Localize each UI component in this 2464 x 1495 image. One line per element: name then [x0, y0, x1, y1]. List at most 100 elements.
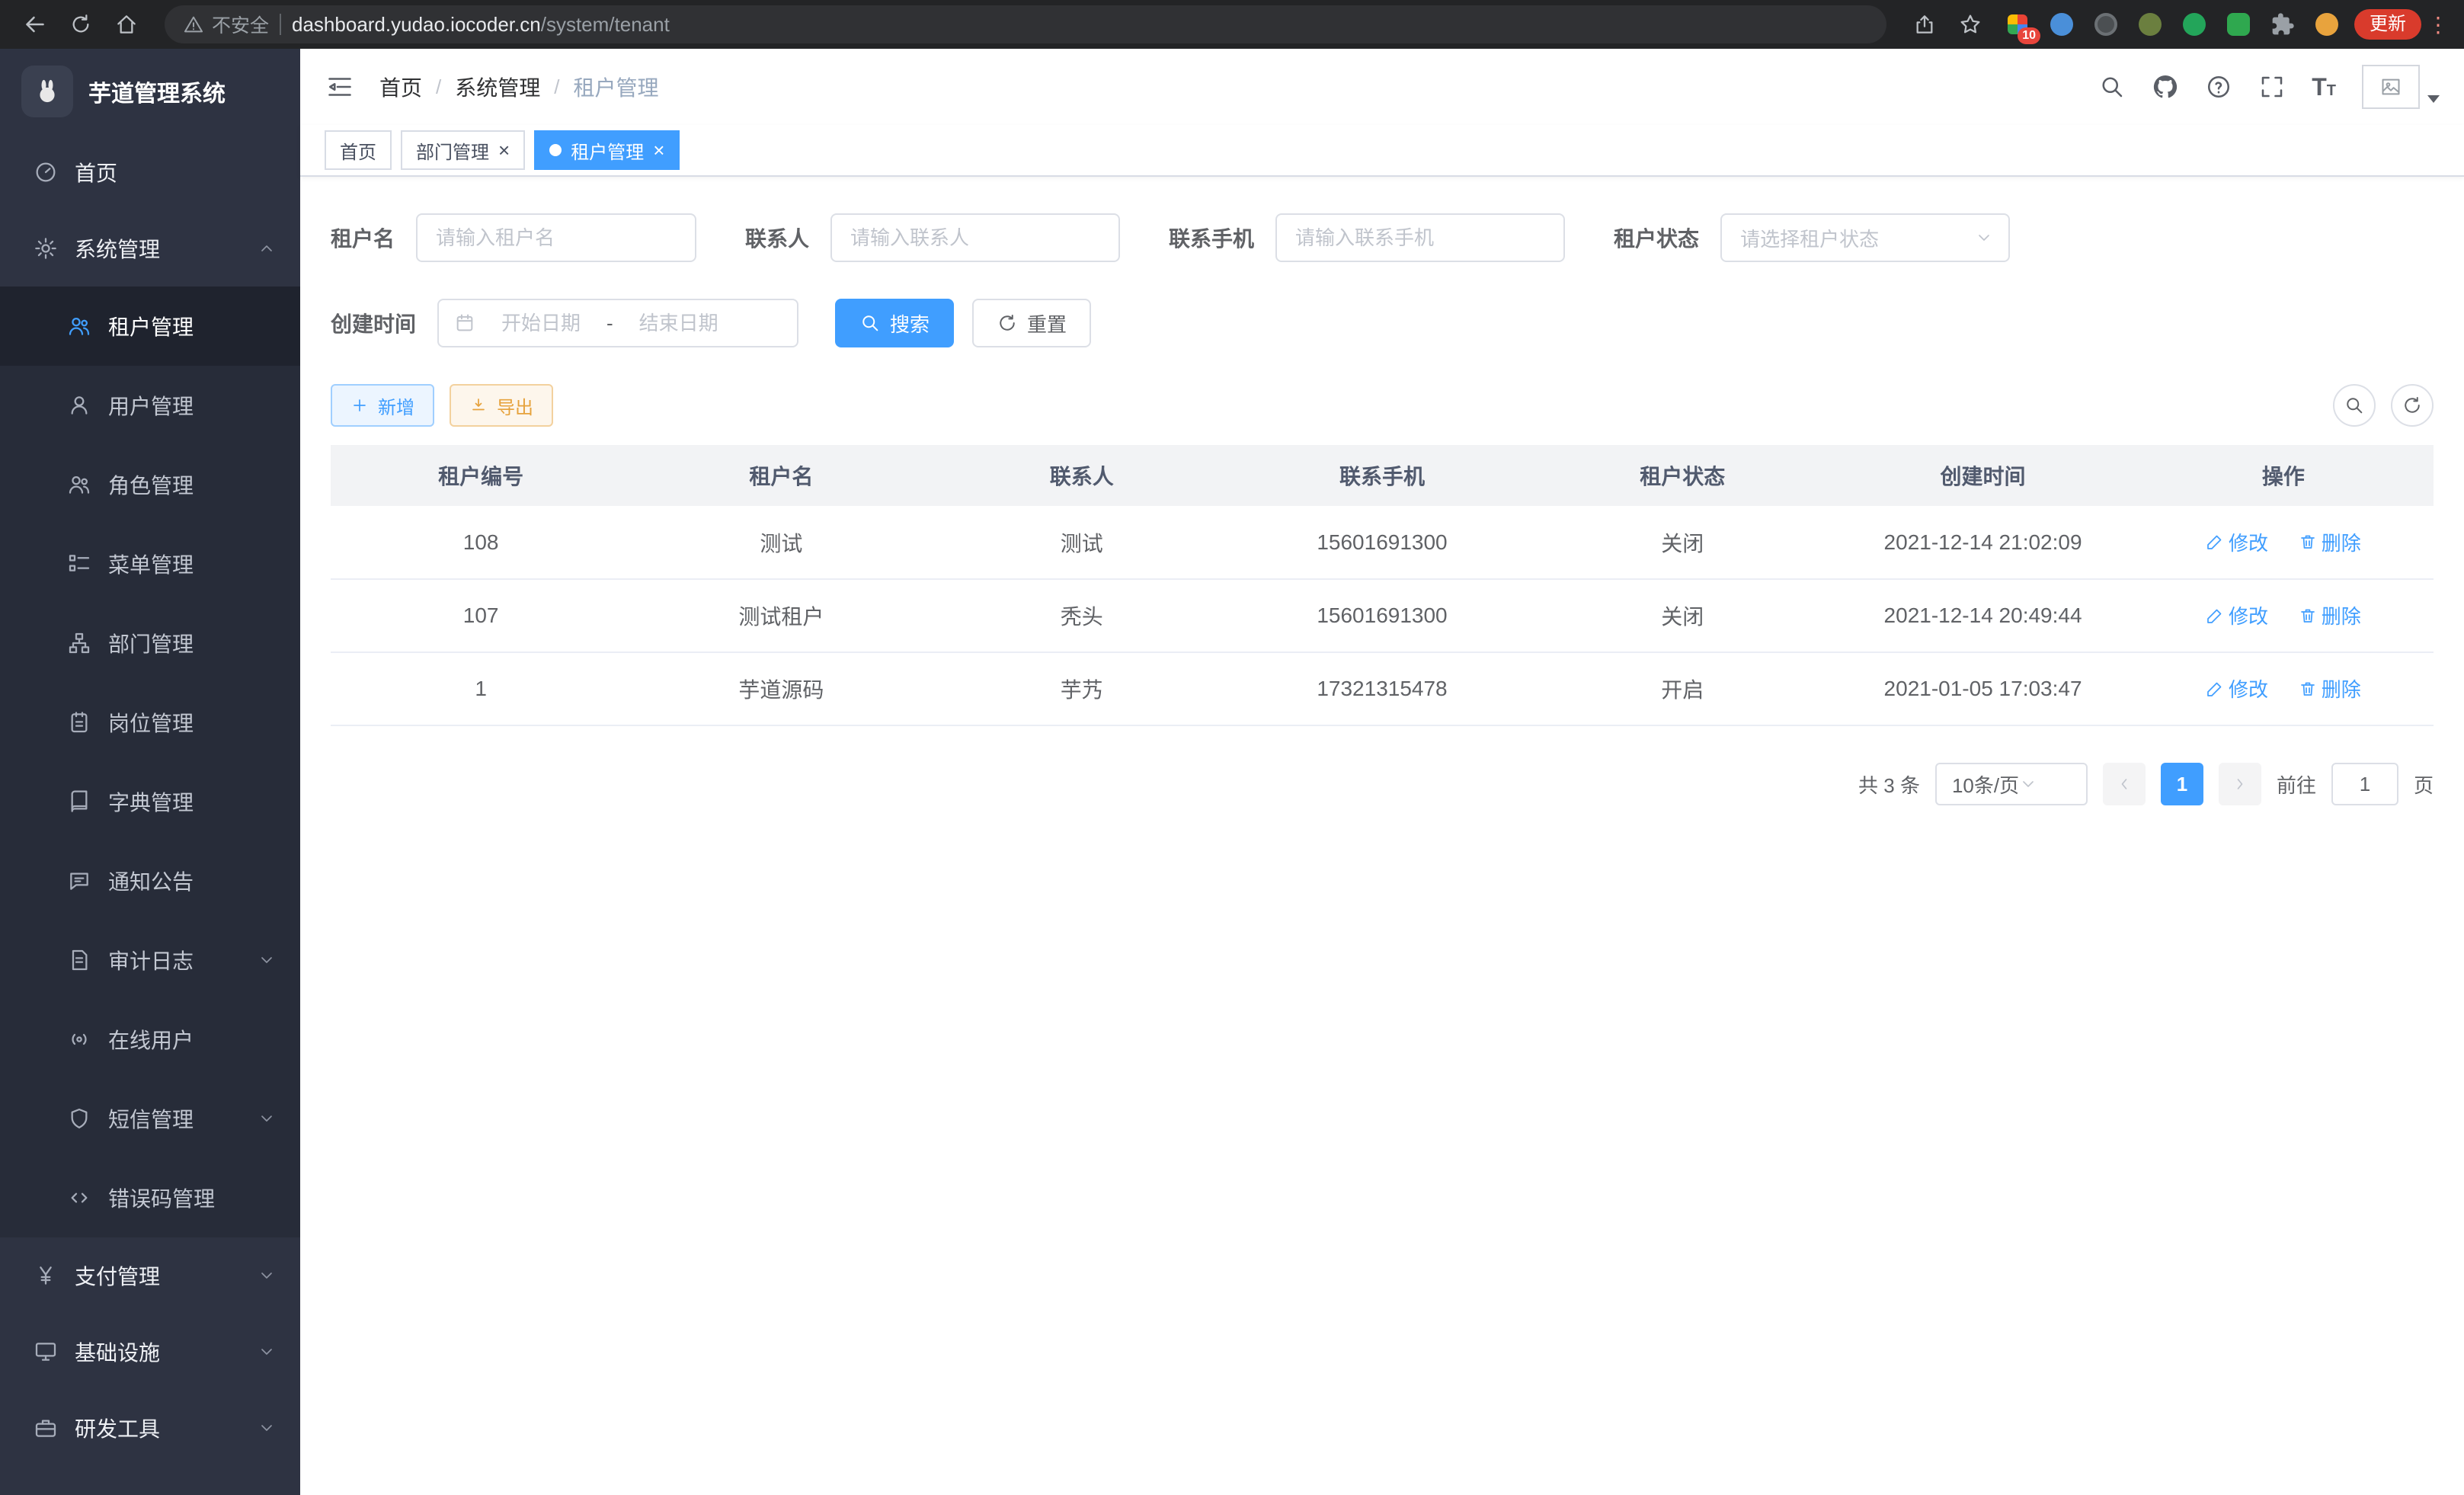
- status-text: 开启: [1532, 652, 1832, 725]
- goto-page-input[interactable]: [2331, 763, 2398, 805]
- delete-link[interactable]: 删除: [2299, 601, 2361, 629]
- sidebar-item-devtools[interactable]: 研发工具: [0, 1390, 300, 1466]
- tab-tenant[interactable]: 租户管理 ×: [534, 130, 680, 170]
- edit-link[interactable]: 修改: [2206, 601, 2268, 629]
- sidebar-item-errcode[interactable]: 错误码管理: [0, 1158, 300, 1237]
- next-page-button[interactable]: [2219, 763, 2261, 805]
- browser-profile-avatar[interactable]: [2312, 9, 2342, 40]
- security-indicator[interactable]: 不安全: [183, 11, 269, 38]
- sidebar-item-infra[interactable]: 基础设施: [0, 1314, 300, 1390]
- message-icon: [67, 869, 91, 893]
- prev-page-button[interactable]: [2103, 763, 2146, 805]
- share-button[interactable]: [1905, 5, 1944, 44]
- plus-icon: [350, 396, 369, 415]
- browser-menu-icon[interactable]: ⋮: [2427, 12, 2449, 37]
- tab-dept[interactable]: 部门管理 ×: [401, 130, 525, 170]
- delete-link[interactable]: 删除: [2299, 674, 2361, 703]
- fullscreen-button[interactable]: [2258, 73, 2286, 101]
- extensions-puzzle-button[interactable]: [2267, 9, 2298, 40]
- github-link[interactable]: [2152, 73, 2179, 101]
- toggle-search-button[interactable]: [2333, 384, 2376, 427]
- sidebar-item-home[interactable]: 首页: [0, 134, 300, 210]
- contact-input[interactable]: [830, 213, 1120, 262]
- close-icon[interactable]: ×: [653, 140, 664, 160]
- logo[interactable]: 芋道管理系统: [0, 49, 300, 134]
- sidebar-item-user[interactable]: 用户管理: [0, 366, 300, 445]
- tags-view-bar: 首页 部门管理 × 租户管理 ×: [300, 125, 2464, 177]
- badge-icon: [67, 710, 91, 735]
- sidebar-item-sms[interactable]: 短信管理: [0, 1079, 300, 1158]
- active-dot: [549, 144, 562, 156]
- search-button[interactable]: 搜索: [835, 299, 954, 347]
- col-tenant-name: 租户名: [631, 445, 931, 506]
- chevron-down-icon: [1975, 229, 1993, 247]
- chevron-down-icon: [258, 1109, 276, 1128]
- toolbox-icon: [34, 1416, 58, 1440]
- sidebar-item-audit[interactable]: 审计日志: [0, 920, 300, 1000]
- sidebar-item-notice[interactable]: 通知公告: [0, 841, 300, 920]
- table-header-row: 租户编号 租户名 联系人 联系手机 租户状态 创建时间 操作: [331, 445, 2434, 506]
- browser-home-button[interactable]: [107, 5, 146, 44]
- sidebar-item-pay[interactable]: 支付管理: [0, 1237, 300, 1314]
- refresh-table-button[interactable]: [2391, 384, 2434, 427]
- browser-back-button[interactable]: [15, 5, 55, 44]
- extension-icon-6[interactable]: [2223, 9, 2254, 40]
- sidebar-item-tenant[interactable]: 租户管理: [0, 287, 300, 366]
- sidebar-item-menu[interactable]: 菜单管理: [0, 524, 300, 603]
- sidebar-item-system[interactable]: 系统管理: [0, 210, 300, 287]
- tenant-name-input[interactable]: [416, 213, 696, 262]
- export-button[interactable]: 导出: [450, 384, 553, 427]
- sidebar-item-online[interactable]: 在线用户: [0, 1000, 300, 1079]
- refresh-icon: [2402, 395, 2423, 416]
- book-icon: [67, 789, 91, 814]
- sidebar-item-dict[interactable]: 字典管理: [0, 762, 300, 841]
- warning-icon: [183, 14, 204, 35]
- browser-reload-button[interactable]: [61, 5, 101, 44]
- sidebar-item-role[interactable]: 角色管理: [0, 445, 300, 524]
- close-icon[interactable]: ×: [498, 140, 510, 160]
- bookmark-star-button[interactable]: [1950, 5, 1990, 44]
- page-size-select[interactable]: 10条/页: [1935, 763, 2088, 805]
- breadcrumb-home[interactable]: 首页: [379, 72, 422, 102]
- shield-icon: [67, 1106, 91, 1131]
- edit-icon: [2206, 607, 2224, 625]
- chevron-down-icon: [258, 1343, 276, 1361]
- delete-link[interactable]: 删除: [2299, 528, 2361, 556]
- olive-extension-icon: [2139, 13, 2162, 36]
- edit-link[interactable]: 修改: [2206, 674, 2268, 703]
- phone-input[interactable]: [1275, 213, 1565, 262]
- edit-link[interactable]: 修改: [2206, 528, 2268, 556]
- address-bar[interactable]: 不安全 dashboard.yudao.iocoder.cn/system/te…: [165, 5, 1886, 43]
- user-avatar-dropdown[interactable]: [2362, 65, 2440, 109]
- create-time-label: 创建时间: [331, 308, 416, 338]
- extension-icon-1[interactable]: 10: [2002, 9, 2033, 40]
- col-status: 租户状态: [1532, 445, 1832, 506]
- extension-icon-3[interactable]: [2091, 9, 2121, 40]
- chevron-down-icon: [258, 1266, 276, 1285]
- header-actions: TT: [2098, 65, 2440, 109]
- sidebar-item-dept[interactable]: 部门管理: [0, 603, 300, 683]
- app-frame: 芋道管理系统 首页 系统管理 租户管理 用户管理: [0, 49, 2464, 1495]
- date-range-picker[interactable]: -: [437, 299, 798, 347]
- sidebar-item-post[interactable]: 岗位管理: [0, 683, 300, 762]
- font-size-button[interactable]: TT: [2312, 73, 2336, 101]
- extension-icon-4[interactable]: [2135, 9, 2165, 40]
- tab-home[interactable]: 首页: [325, 130, 392, 170]
- date-end-input[interactable]: [622, 312, 735, 335]
- header-search-button[interactable]: [2098, 73, 2126, 101]
- system-submenu: 租户管理 用户管理 角色管理 菜单管理 部门管理: [0, 287, 300, 1237]
- help-button[interactable]: [2205, 73, 2232, 101]
- status-select[interactable]: 请选择租户状态: [1720, 213, 2010, 262]
- date-start-input[interactable]: [485, 312, 597, 335]
- sidebar-toggle[interactable]: [318, 66, 361, 108]
- page-number-1[interactable]: 1: [2161, 763, 2203, 805]
- extension-icon-5[interactable]: [2179, 9, 2210, 40]
- font-size-icon: T: [2312, 73, 2327, 101]
- breadcrumb-system[interactable]: 系统管理: [455, 72, 540, 102]
- browser-update-button[interactable]: 更新: [2354, 9, 2421, 40]
- add-button[interactable]: 新增: [331, 384, 434, 427]
- reset-button[interactable]: 重置: [972, 299, 1091, 347]
- chevron-left-icon: [2115, 775, 2133, 793]
- extension-icon-2[interactable]: [2046, 9, 2077, 40]
- delete-icon: [2299, 680, 2317, 698]
